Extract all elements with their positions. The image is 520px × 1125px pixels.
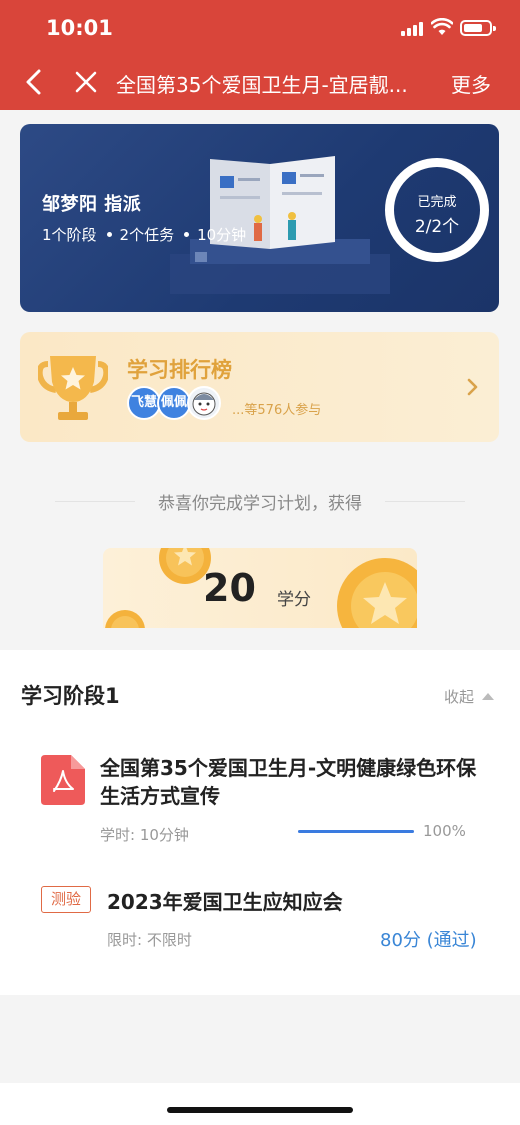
avatar: 佩佩 [157,386,191,420]
leaderboard-card[interactable]: 学习排行榜 飞慧 佩佩 ...等576人参与 [20,332,499,442]
coin-decoration-icon [105,548,417,628]
status-time: 10:01 [46,16,113,40]
task-count: 2个任务 [119,226,175,244]
credit-amount: 20 [203,566,256,610]
plan-banner: 邹梦阳 指派 1个阶段 2个任务 10分钟 已完成 2/2个 [20,124,499,312]
participant-count: ...等576人参与 [232,403,322,418]
battery-icon [460,20,496,36]
progress-percent: 100% [423,822,466,840]
credit-unit: 学分 [277,590,311,610]
back-arrow-icon[interactable] [22,68,46,96]
bottom-spacer [0,995,520,1083]
separator-dot [106,232,112,237]
nav-bar: 全国第35个爱国卫生月-宜居靓... 更多 [0,56,520,110]
chevron-right-icon [467,378,478,396]
quiz-score: 80分 (通过) [380,930,477,951]
progress-bar [298,830,414,833]
assigner-label: 邹梦阳 指派 [42,194,142,215]
participant-avatars: 飞慧 佩佩 [127,386,227,424]
cellular-signal-icon [401,22,423,36]
completion-label: 已完成 [417,195,457,210]
collapse-button[interactable]: 收起 [444,686,495,707]
time-limit: 限时: 不限时 [107,931,192,949]
collapse-label: 收起 [444,688,475,706]
credit-reward-card: 20 学分 [103,548,417,628]
book-illustration [170,156,390,294]
stage-section: 学习阶段1 收起 全国第35个爱国卫生月-文明健康绿色环保生活方式宣传 学时: … [0,650,520,995]
stage-title: 学习阶段1 [21,684,120,708]
avatar [187,386,221,420]
study-time: 学时: 10分钟 [100,826,189,844]
trophy-icon [38,356,108,420]
progress-fill [298,830,414,833]
page-title: 全国第35个爱国卫生月-宜居靓... [116,73,408,97]
course-page: 10:01 全国第35个爱国卫生月-宜居靓... 更多 邹梦阳 指派 1个阶段 … [0,0,520,1125]
status-bar: 10:01 [0,0,520,56]
separator-dot [184,232,190,237]
stage-count: 1个阶段 [42,226,97,244]
app-header: 10:01 全国第35个爱国卫生月-宜居靓... 更多 [0,0,520,110]
lesson-title[interactable]: 全国第35个爱国卫生月-文明健康绿色环保生活方式宣传 [100,754,480,810]
congrats-text: 恭喜你完成学习计划，获得 [158,494,362,514]
completion-value: 2/2个 [414,217,460,237]
duration: 10分钟 [197,226,247,244]
completion-ring: 已完成 2/2个 [385,158,489,262]
pdf-file-icon [41,755,85,805]
avatar: 飞慧 [127,386,161,420]
caret-up-icon [482,693,495,700]
plan-meta: 1个阶段 2个任务 10分钟 [42,224,246,245]
close-icon[interactable] [74,70,98,94]
cartoon-avatar-icon [192,392,216,416]
more-button[interactable]: 更多 [451,69,491,98]
quiz-tag: 测验 [41,886,91,913]
leaderboard-title: 学习排行榜 [127,358,232,382]
wifi-icon [431,18,453,35]
home-indicator[interactable] [167,1107,353,1113]
quiz-title[interactable]: 2023年爱国卫生应知应会 [107,886,343,915]
home-bar-area [0,1083,520,1125]
